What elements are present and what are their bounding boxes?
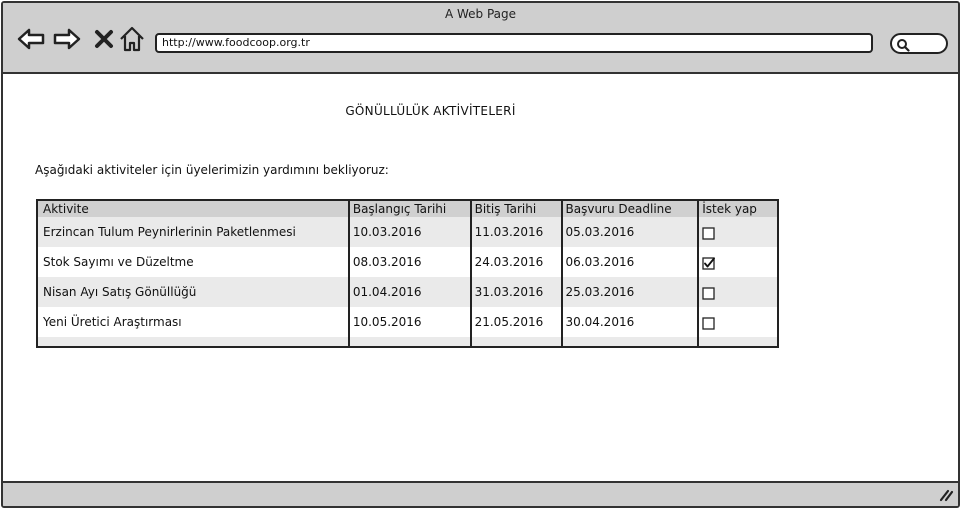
forward-icon[interactable] (53, 25, 81, 53)
end-date: 11.03.2016 (469, 217, 562, 247)
end-date: 31.03.2016 (469, 277, 562, 307)
activity-name: Stok Sayımı ve Düzeltme (37, 247, 349, 277)
intro-text: Aşağıdaki aktiviteler için üyelerimizin … (35, 163, 389, 177)
request-checkbox[interactable] (702, 316, 715, 330)
end-date: 21.05.2016 (469, 307, 562, 337)
table-row: Nisan Ayı Satış Gönüllüğü 01.04.2016 31.… (37, 277, 778, 307)
column-header-request: İstek yap (697, 200, 778, 217)
resize-grip-icon[interactable] (938, 488, 954, 502)
column-header-deadline: Başvuru Deadline (560, 200, 699, 217)
stop-icon[interactable] (91, 25, 119, 53)
table-row: Stok Sayımı ve Düzeltme 08.03.2016 24.03… (37, 247, 778, 277)
request-checkbox[interactable] (702, 286, 715, 300)
page-content: GÖNÜLLÜLÜK AKTİVİTELERİ Aşağıdaki aktivi… (3, 76, 958, 481)
window-title: A Web Page (444, 7, 517, 21)
activity-name: Yeni Üretici Araştırması (37, 307, 349, 337)
search-icon (897, 39, 910, 52)
home-icon[interactable] (118, 25, 146, 53)
column-header-start-date: Başlangıç Tarihi (347, 200, 471, 217)
deadline-date: 05.03.2016 (560, 217, 699, 247)
table-filler-row (37, 337, 778, 347)
deadline-date: 30.04.2016 (560, 307, 699, 337)
start-date: 10.05.2016 (347, 307, 471, 337)
browser-toolbar: A Web Page http://www.foodcoop.org.tr (3, 3, 958, 74)
start-date: 01.04.2016 (347, 277, 471, 307)
table-row: Erzincan Tulum Peynirlerinin Paketlenmes… (37, 217, 778, 247)
search-box[interactable] (890, 33, 948, 54)
column-header-end-date: Bitiş Tarihi (469, 200, 562, 217)
activity-name: Erzincan Tulum Peynirlerinin Paketlenmes… (37, 217, 349, 247)
start-date: 08.03.2016 (347, 247, 471, 277)
table-header-row: Aktivite Başlangıç Tarihi Bitiş Tarihi B… (37, 200, 778, 217)
deadline-date: 25.03.2016 (560, 277, 699, 307)
status-bar (3, 481, 958, 506)
start-date: 10.03.2016 (347, 217, 471, 247)
activities-table: Aktivite Başlangıç Tarihi Bitiş Tarihi B… (36, 199, 779, 348)
browser-window: A Web Page http://www.foodcoop.org.tr GÖ… (1, 1, 960, 508)
activity-name: Nisan Ayı Satış Gönüllüğü (37, 277, 349, 307)
page-title: GÖNÜLLÜLÜK AKTİVİTELERİ (345, 104, 516, 118)
end-date: 24.03.2016 (469, 247, 562, 277)
deadline-date: 06.03.2016 (560, 247, 699, 277)
address-bar[interactable]: http://www.foodcoop.org.tr (155, 33, 873, 53)
table-row: Yeni Üretici Araştırması 10.05.2016 21.0… (37, 307, 778, 337)
column-header-activity: Aktivite (37, 200, 349, 217)
back-icon[interactable] (17, 25, 45, 53)
request-checkbox[interactable] (702, 226, 715, 240)
request-checkbox[interactable] (702, 256, 716, 270)
